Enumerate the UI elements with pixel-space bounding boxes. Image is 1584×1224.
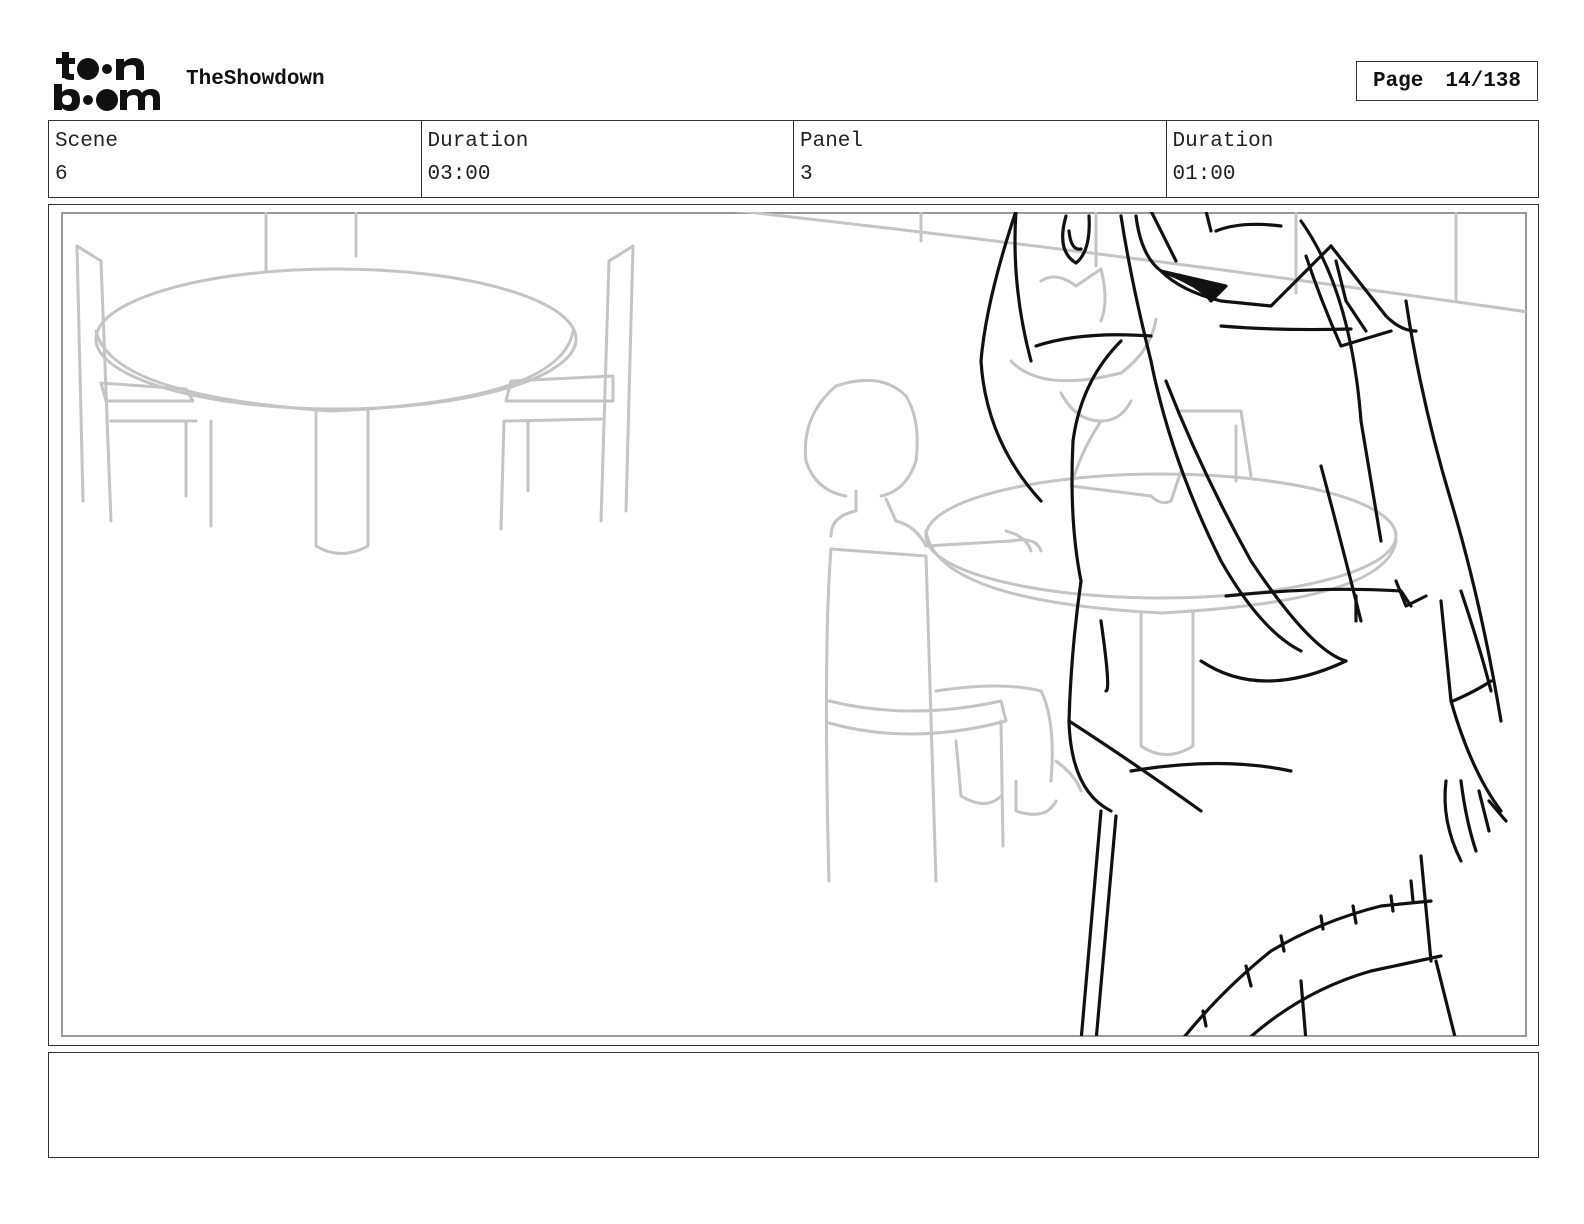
storyboard-sketch-image (61, 212, 1527, 1037)
scene-cell: Scene 6 (49, 121, 422, 197)
panel-duration-value: 01:00 (1172, 163, 1236, 186)
scene-value: 6 (55, 163, 68, 186)
panel-label: Panel (800, 130, 864, 153)
panel-duration-label: Duration (1172, 130, 1274, 153)
page-label: Page (1372, 69, 1424, 93)
panel-notes (48, 1052, 1539, 1158)
safe-frame (61, 212, 1527, 1037)
project-title: TheShowdown (186, 68, 325, 91)
scene-duration-value: 03:00 (427, 163, 491, 186)
panel-duration-cell: Duration 01:00 (1167, 121, 1539, 197)
foreground-character-sketch (979, 212, 1508, 1036)
panel-value: 3 (800, 163, 813, 186)
page-number: 14/138 (1445, 69, 1522, 93)
page-indicator: Page 14/138 (1356, 61, 1538, 101)
scene-label: Scene (55, 130, 119, 153)
scene-info-table: Scene 6 Duration 03:00 Panel 3 Duration … (48, 120, 1539, 198)
toonboom-logo (54, 52, 160, 111)
scene-duration-label: Duration (427, 130, 529, 153)
background-sketch (75, 212, 1526, 883)
scene-duration-cell: Duration 03:00 (422, 121, 794, 197)
panel-cell: Panel 3 (794, 121, 1167, 197)
storyboard-panel (48, 204, 1539, 1046)
